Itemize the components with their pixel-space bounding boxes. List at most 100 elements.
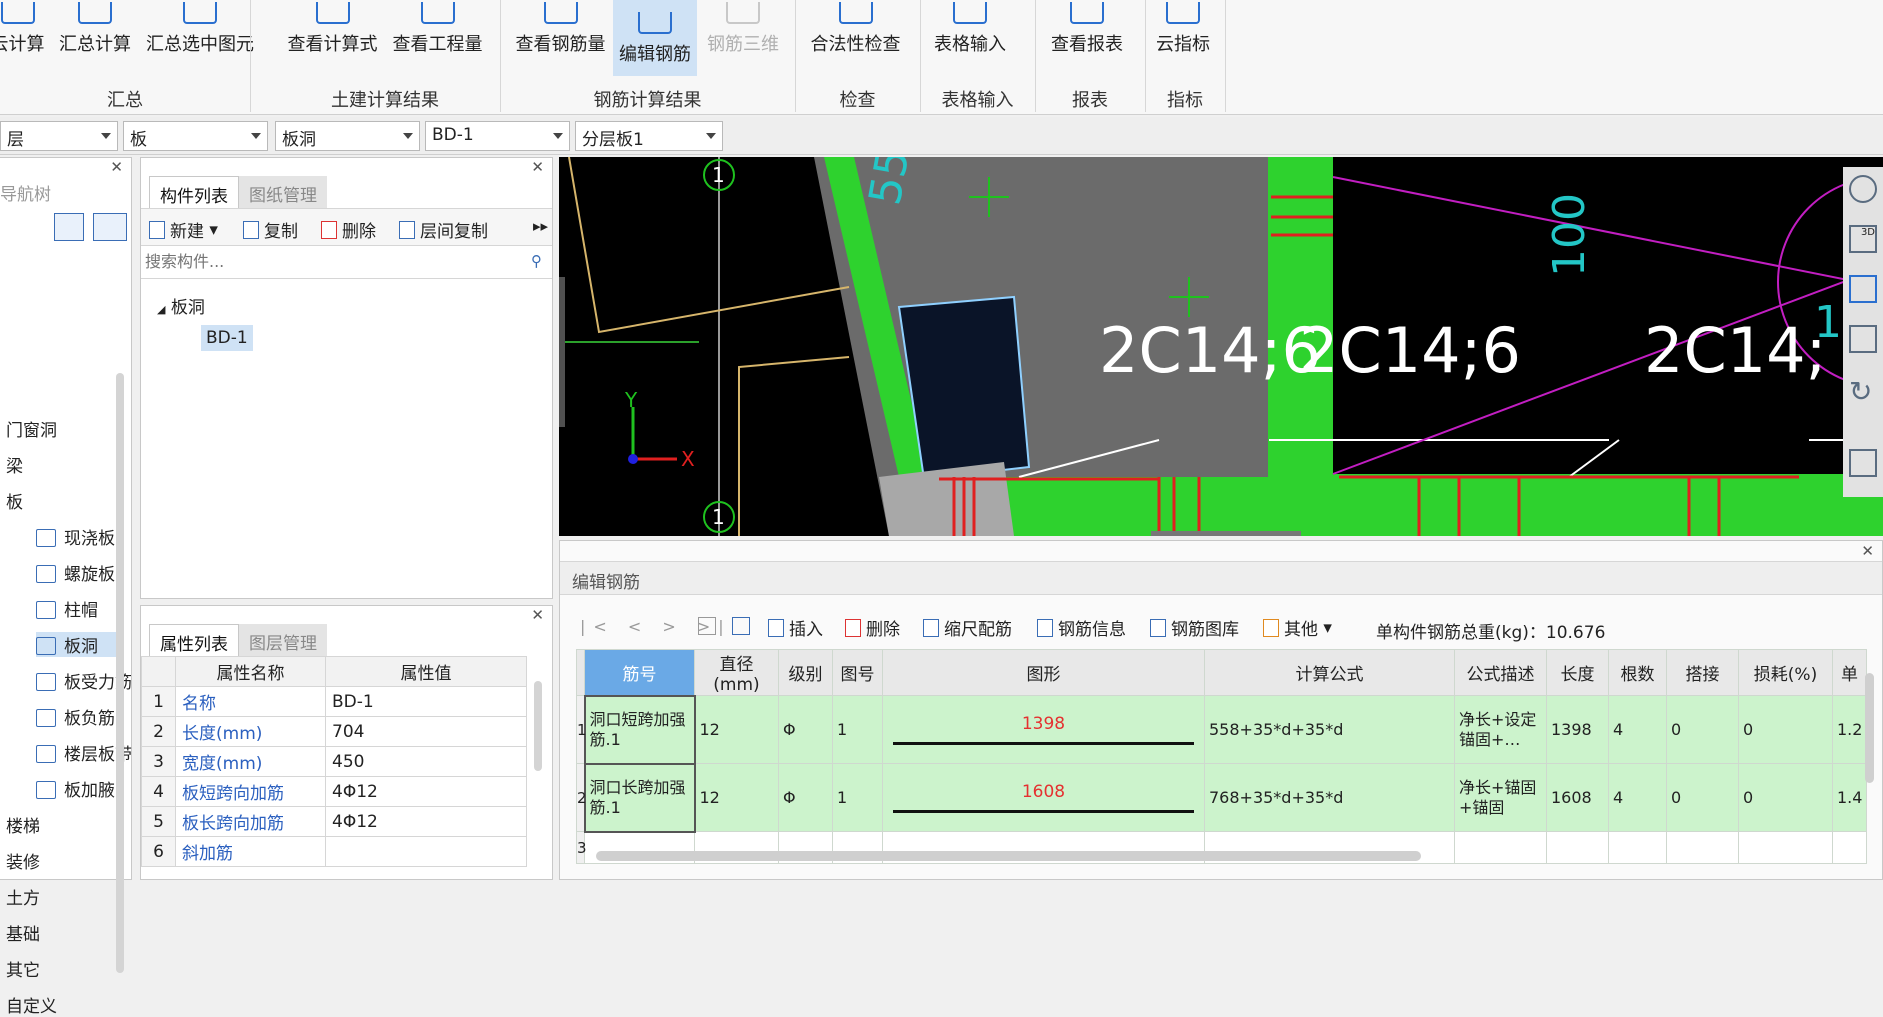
rebar-info-button[interactable]: 钢筋信息: [1037, 615, 1126, 640]
cell-dia[interactable]: 12: [694, 695, 779, 764]
floor-copy-button[interactable]: 层间复制: [399, 217, 488, 242]
copy-button[interactable]: 复制: [243, 217, 298, 242]
table-row[interactable]: 2 洞口长跨加强筋.1 12 Φ 1 1608 768+35*d+35*d 净长+锚固+锚固 1…: [576, 762, 1867, 833]
selector-dropdown[interactable]: 分层板1: [575, 121, 723, 151]
cell-name[interactable]: 洞口长跨加强筋.1: [583, 762, 696, 833]
nav-item[interactable]: 基础: [6, 920, 40, 945]
cell-desc[interactable]: [1454, 831, 1547, 864]
nav-item[interactable]: 土方: [6, 884, 40, 909]
delete-button[interactable]: 删除: [321, 217, 376, 242]
cell-fig[interactable]: 1: [832, 695, 883, 764]
ribbon-button-view-formula[interactable]: 查看计算式: [285, 0, 380, 66]
tab-component-list[interactable]: 构件列表: [149, 176, 239, 208]
ribbon-button-cloud-index[interactable]: 云指标: [1152, 0, 1214, 66]
ribbon-button-rebar-3d[interactable]: 钢筋三维: [703, 0, 783, 66]
cell-dia[interactable]: 12: [694, 763, 779, 832]
cell-shape[interactable]: 1608: [882, 763, 1205, 832]
property-value[interactable]: 450: [325, 746, 527, 777]
rotate-icon[interactable]: ↻: [1849, 375, 1872, 408]
nav-item[interactable]: 其它: [6, 956, 40, 981]
property-value[interactable]: 704: [325, 716, 527, 747]
close-icon[interactable]: ✕: [110, 158, 123, 176]
top-view-icon[interactable]: [1849, 325, 1877, 353]
cell-len[interactable]: 1608: [1546, 763, 1609, 832]
ribbon-button-view-quantity[interactable]: 查看工程量: [390, 0, 485, 66]
move-down-icon[interactable]: [732, 617, 750, 635]
delete-row-button[interactable]: 删除: [845, 615, 900, 640]
more-icon[interactable]: ▸▸: [533, 217, 548, 235]
cell-count[interactable]: [1608, 831, 1667, 864]
ribbon-button-cloud-calc[interactable]: 云计算: [0, 0, 45, 66]
nav-item[interactable]: 装修: [6, 848, 40, 873]
property-value[interactable]: 4Φ12: [325, 806, 527, 837]
layout-icon[interactable]: [1849, 449, 1877, 477]
close-icon[interactable]: ✕: [531, 606, 544, 624]
move-up-icon[interactable]: [698, 617, 716, 635]
tree-view-icon[interactable]: [93, 213, 127, 241]
selector-dropdown[interactable]: 板: [123, 121, 268, 151]
scale-rebar-button[interactable]: 缩尺配筋: [923, 615, 1012, 640]
search-box[interactable]: ⚲: [141, 247, 552, 279]
nav-item[interactable]: 自定义: [6, 992, 57, 1017]
cell-unit[interactable]: [1832, 831, 1867, 864]
nav-item[interactable]: 螺旋板: [36, 560, 115, 585]
table-row[interactable]: 3 宽度(mm) 450: [141, 746, 527, 777]
cell-loss[interactable]: [1738, 831, 1833, 864]
cell-loss[interactable]: 0: [1738, 763, 1833, 832]
tab-property-list[interactable]: 属性列表: [149, 624, 239, 656]
property-value[interactable]: BD-1: [325, 686, 527, 717]
cell-desc[interactable]: 净长+锚固+锚固: [1454, 763, 1547, 832]
nav-item[interactable]: 板洞: [36, 632, 118, 657]
ribbon-button-edit-rebar[interactable]: 编辑钢筋: [613, 0, 697, 76]
cell-unit[interactable]: 1.2: [1832, 695, 1867, 764]
table-row[interactable]: 1 洞口短跨加强筋.1 12 Φ 1 1398 558+35*d+35*d 净长+设定锚固+……: [576, 694, 1867, 765]
table-row[interactable]: 6 斜加筋: [141, 836, 527, 867]
close-icon[interactable]: ✕: [1861, 542, 1874, 560]
close-icon[interactable]: ✕: [531, 158, 544, 176]
ribbon-button-calculator[interactable]: 汇总选中图元: [145, 0, 255, 66]
tree-item-bd-1[interactable]: BD-1: [201, 325, 253, 351]
cell-name[interactable]: 洞口短跨加强筋.1: [583, 694, 696, 765]
cell-lap[interactable]: 0: [1666, 695, 1739, 764]
cell-loss[interactable]: 0: [1738, 695, 1833, 764]
table-row[interactable]: 2 长度(mm) 704: [141, 716, 527, 747]
nav-item[interactable]: 板加腋: [36, 776, 115, 801]
rebar-library-button[interactable]: 钢筋图库: [1150, 615, 1239, 640]
grid-vertical-scrollbar[interactable]: [1865, 673, 1874, 783]
nav-item[interactable]: 楼梯: [6, 812, 40, 837]
cell-count[interactable]: 4: [1608, 695, 1667, 764]
other-button[interactable]: 其他 ▾: [1263, 615, 1332, 640]
cell-formula[interactable]: 768+35*d+35*d: [1204, 763, 1455, 832]
cell-formula[interactable]: 558+35*d+35*d: [1204, 695, 1455, 764]
property-value[interactable]: [325, 836, 527, 867]
cell-lap[interactable]: [1666, 831, 1739, 864]
nav-item[interactable]: 梁: [6, 452, 23, 477]
table-row[interactable]: 5 板长跨向加筋 4Φ12: [141, 806, 527, 837]
cell-len[interactable]: 1398: [1546, 695, 1609, 764]
table-row[interactable]: 4 板短跨向加筋 4Φ12: [141, 776, 527, 807]
property-value[interactable]: 4Φ12: [325, 776, 527, 807]
ribbon-button-check[interactable]: 合法性检查: [808, 0, 903, 66]
nav-item[interactable]: 板: [6, 488, 23, 513]
cell-grade[interactable]: Φ: [778, 763, 833, 832]
cell-count[interactable]: 4: [1608, 763, 1667, 832]
tab-layer-management[interactable]: 图层管理: [239, 624, 327, 656]
tree-group-slab-hole[interactable]: ◢ 板洞: [157, 293, 205, 318]
nav-item[interactable]: 现浇板: [36, 524, 115, 549]
canvas-splitter[interactable]: [559, 277, 565, 427]
table-row[interactable]: 1 名称 BD-1: [141, 686, 527, 717]
selector-dropdown[interactable]: 板洞: [275, 121, 420, 151]
cell-desc[interactable]: 净长+设定锚固+…: [1454, 695, 1547, 764]
orbit-icon[interactable]: [1849, 175, 1877, 203]
search-icon[interactable]: ⚲: [531, 252, 542, 270]
property-scrollbar[interactable]: [534, 681, 542, 771]
grid-horizontal-scrollbar[interactable]: [596, 851, 1421, 861]
nav-item[interactable]: 门窗洞: [6, 416, 57, 441]
cell-shape[interactable]: 1398: [882, 695, 1205, 764]
ribbon-button-table-input[interactable]: 表格输入: [930, 0, 1010, 66]
expand-icon[interactable]: ◢: [157, 303, 165, 316]
3d-view-icon[interactable]: 3D: [1849, 225, 1877, 253]
selector-dropdown[interactable]: BD-1: [425, 121, 570, 151]
cell-lap[interactable]: 0: [1666, 763, 1739, 832]
search-input[interactable]: [141, 247, 511, 275]
